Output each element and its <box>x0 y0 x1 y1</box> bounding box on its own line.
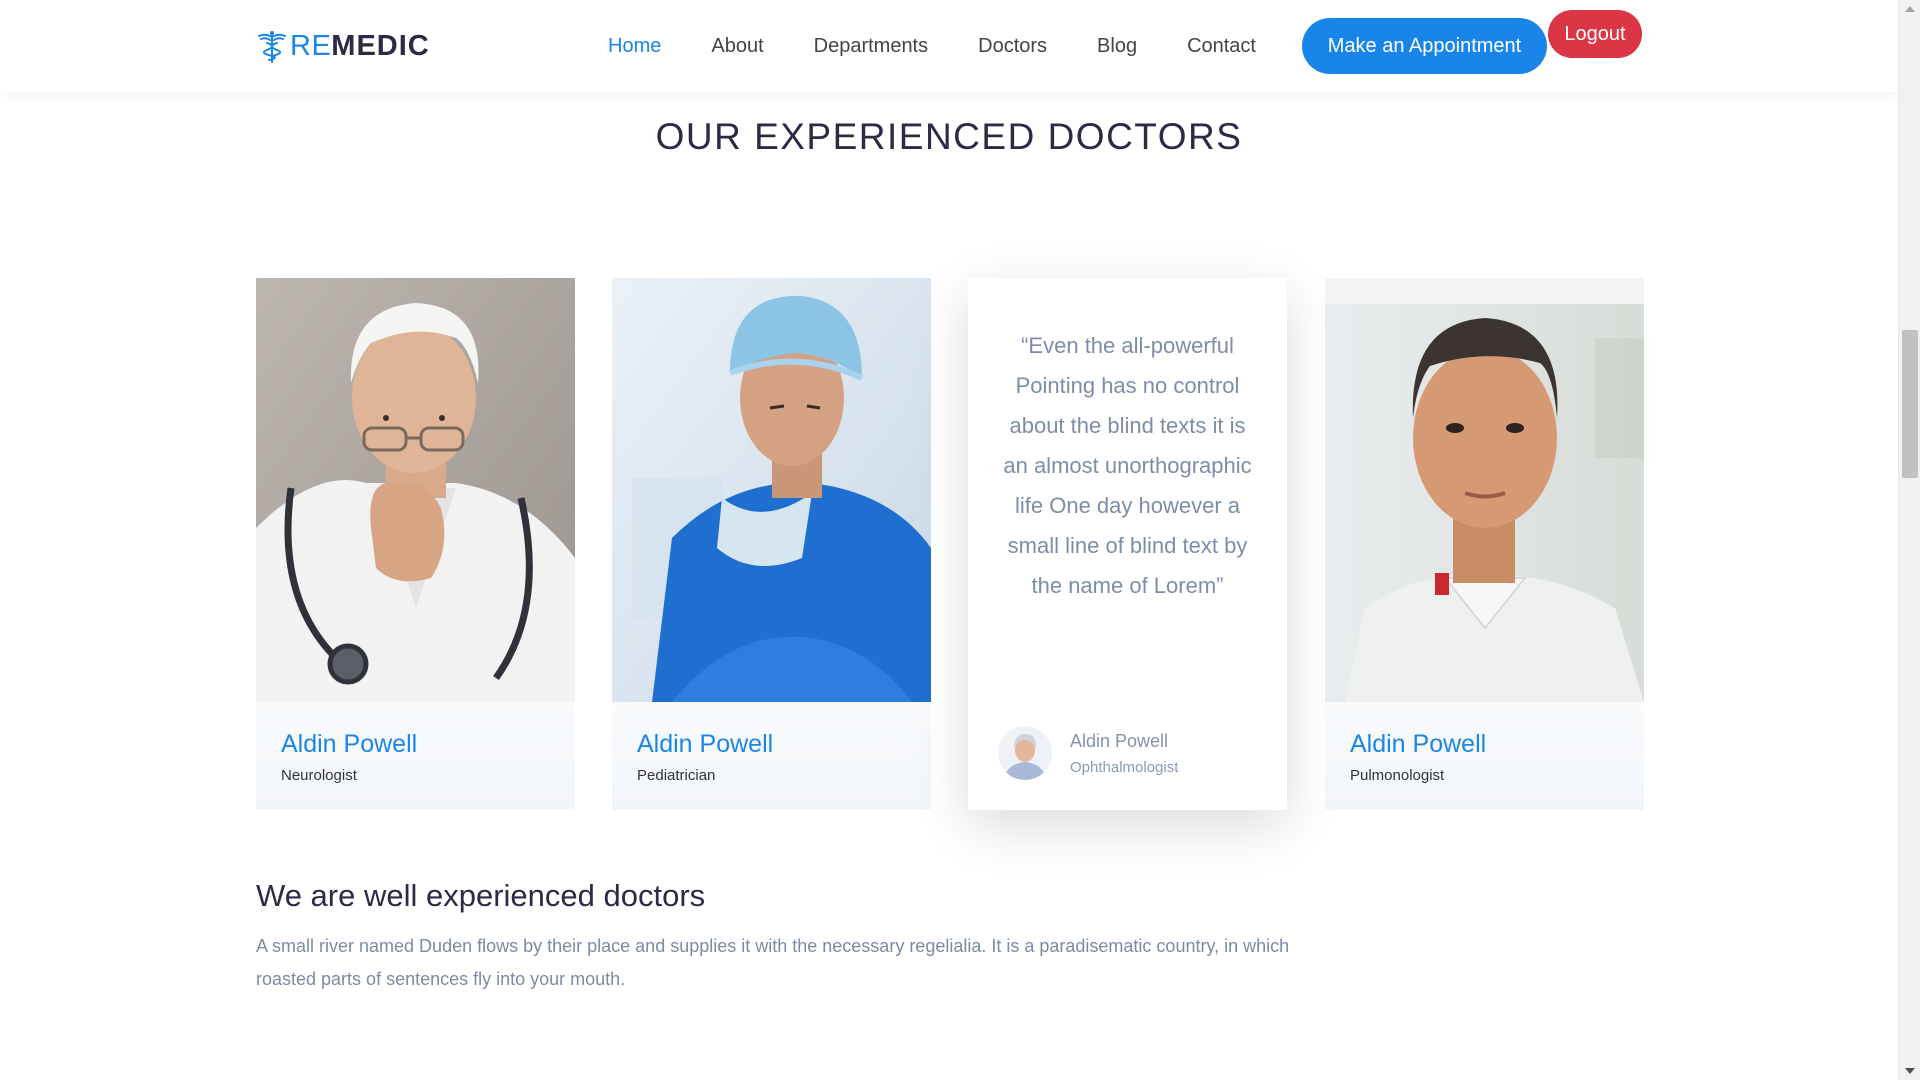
vertical-scrollbar[interactable] <box>1898 0 1920 1080</box>
testimonial-card: “Even the all-powerful Pointing has no c… <box>968 278 1287 810</box>
doctor-info: Aldin Powell Neurologist <box>256 702 575 810</box>
nav-home[interactable]: Home <box>608 35 661 58</box>
page: RE MEDIC Home About Departments Doctors B… <box>0 0 1898 1080</box>
caduceus-icon <box>258 31 286 63</box>
doctor-name[interactable]: Aldin Powell <box>637 730 906 759</box>
doctor-card[interactable]: Aldin Powell Pediatrician <box>612 278 931 810</box>
doctor-info: Aldin Powell Pediatrician <box>612 702 931 810</box>
nav-about[interactable]: About <box>711 35 763 58</box>
brand-logo[interactable]: RE MEDIC <box>256 26 430 66</box>
testimonial-specialty: Ophthalmologist <box>1070 758 1179 776</box>
brand-name-part2: MEDIC <box>331 29 430 62</box>
doctor-name[interactable]: Aldin Powell <box>281 730 550 759</box>
testimonial-author: Aldin Powell Ophthalmologist <box>998 726 1178 780</box>
testimonial-name: Aldin Powell <box>1070 730 1169 751</box>
brand-name-part1: RE <box>290 29 332 62</box>
doctor-photo <box>256 278 575 702</box>
make-appointment-button[interactable]: Make an Appointment <box>1302 18 1547 74</box>
doctor-card[interactable]: Aldin Powell Pulmonologist <box>1325 278 1644 810</box>
doctor-specialty: Pediatrician <box>637 767 716 784</box>
scroll-up-arrow-icon[interactable] <box>1905 6 1915 12</box>
nav-departments[interactable]: Departments <box>814 35 929 58</box>
doctor-photo <box>1325 278 1644 702</box>
doctor-specialty: Pulmonologist <box>1350 767 1445 784</box>
about-paragraph: A small river named Duden flows by their… <box>256 936 1290 989</box>
about-heading: We are well experienced doctors <box>256 878 706 913</box>
testimonial-quote: “Even the all-powerful Pointing has no c… <box>1003 333 1252 598</box>
navbar: RE MEDIC Home About Departments Doctors B… <box>0 0 1898 92</box>
main-nav: Home About Departments Doctors Blog Cont… <box>608 28 1306 64</box>
doctor-name[interactable]: Aldin Powell <box>1350 730 1619 759</box>
section-title: OUR EXPERIENCED DOCTORS <box>655 116 1243 157</box>
doctor-photo <box>612 278 931 702</box>
scroll-down-arrow-icon[interactable] <box>1905 1068 1915 1074</box>
doctor-specialty: Neurologist <box>281 767 357 784</box>
nav-doctors[interactable]: Doctors <box>978 35 1047 58</box>
testimonial-author-text: Aldin Powell Ophthalmologist <box>1070 731 1178 776</box>
avatar <box>998 726 1052 780</box>
doctor-info: Aldin Powell Pulmonologist <box>1325 702 1644 810</box>
scrollbar-thumb[interactable] <box>1902 330 1918 478</box>
nav-blog[interactable]: Blog <box>1097 35 1137 58</box>
doctor-card[interactable]: Aldin Powell Neurologist <box>256 278 575 810</box>
logout-button[interactable]: Logout <box>1548 10 1642 58</box>
nav-contact[interactable]: Contact <box>1187 35 1256 58</box>
